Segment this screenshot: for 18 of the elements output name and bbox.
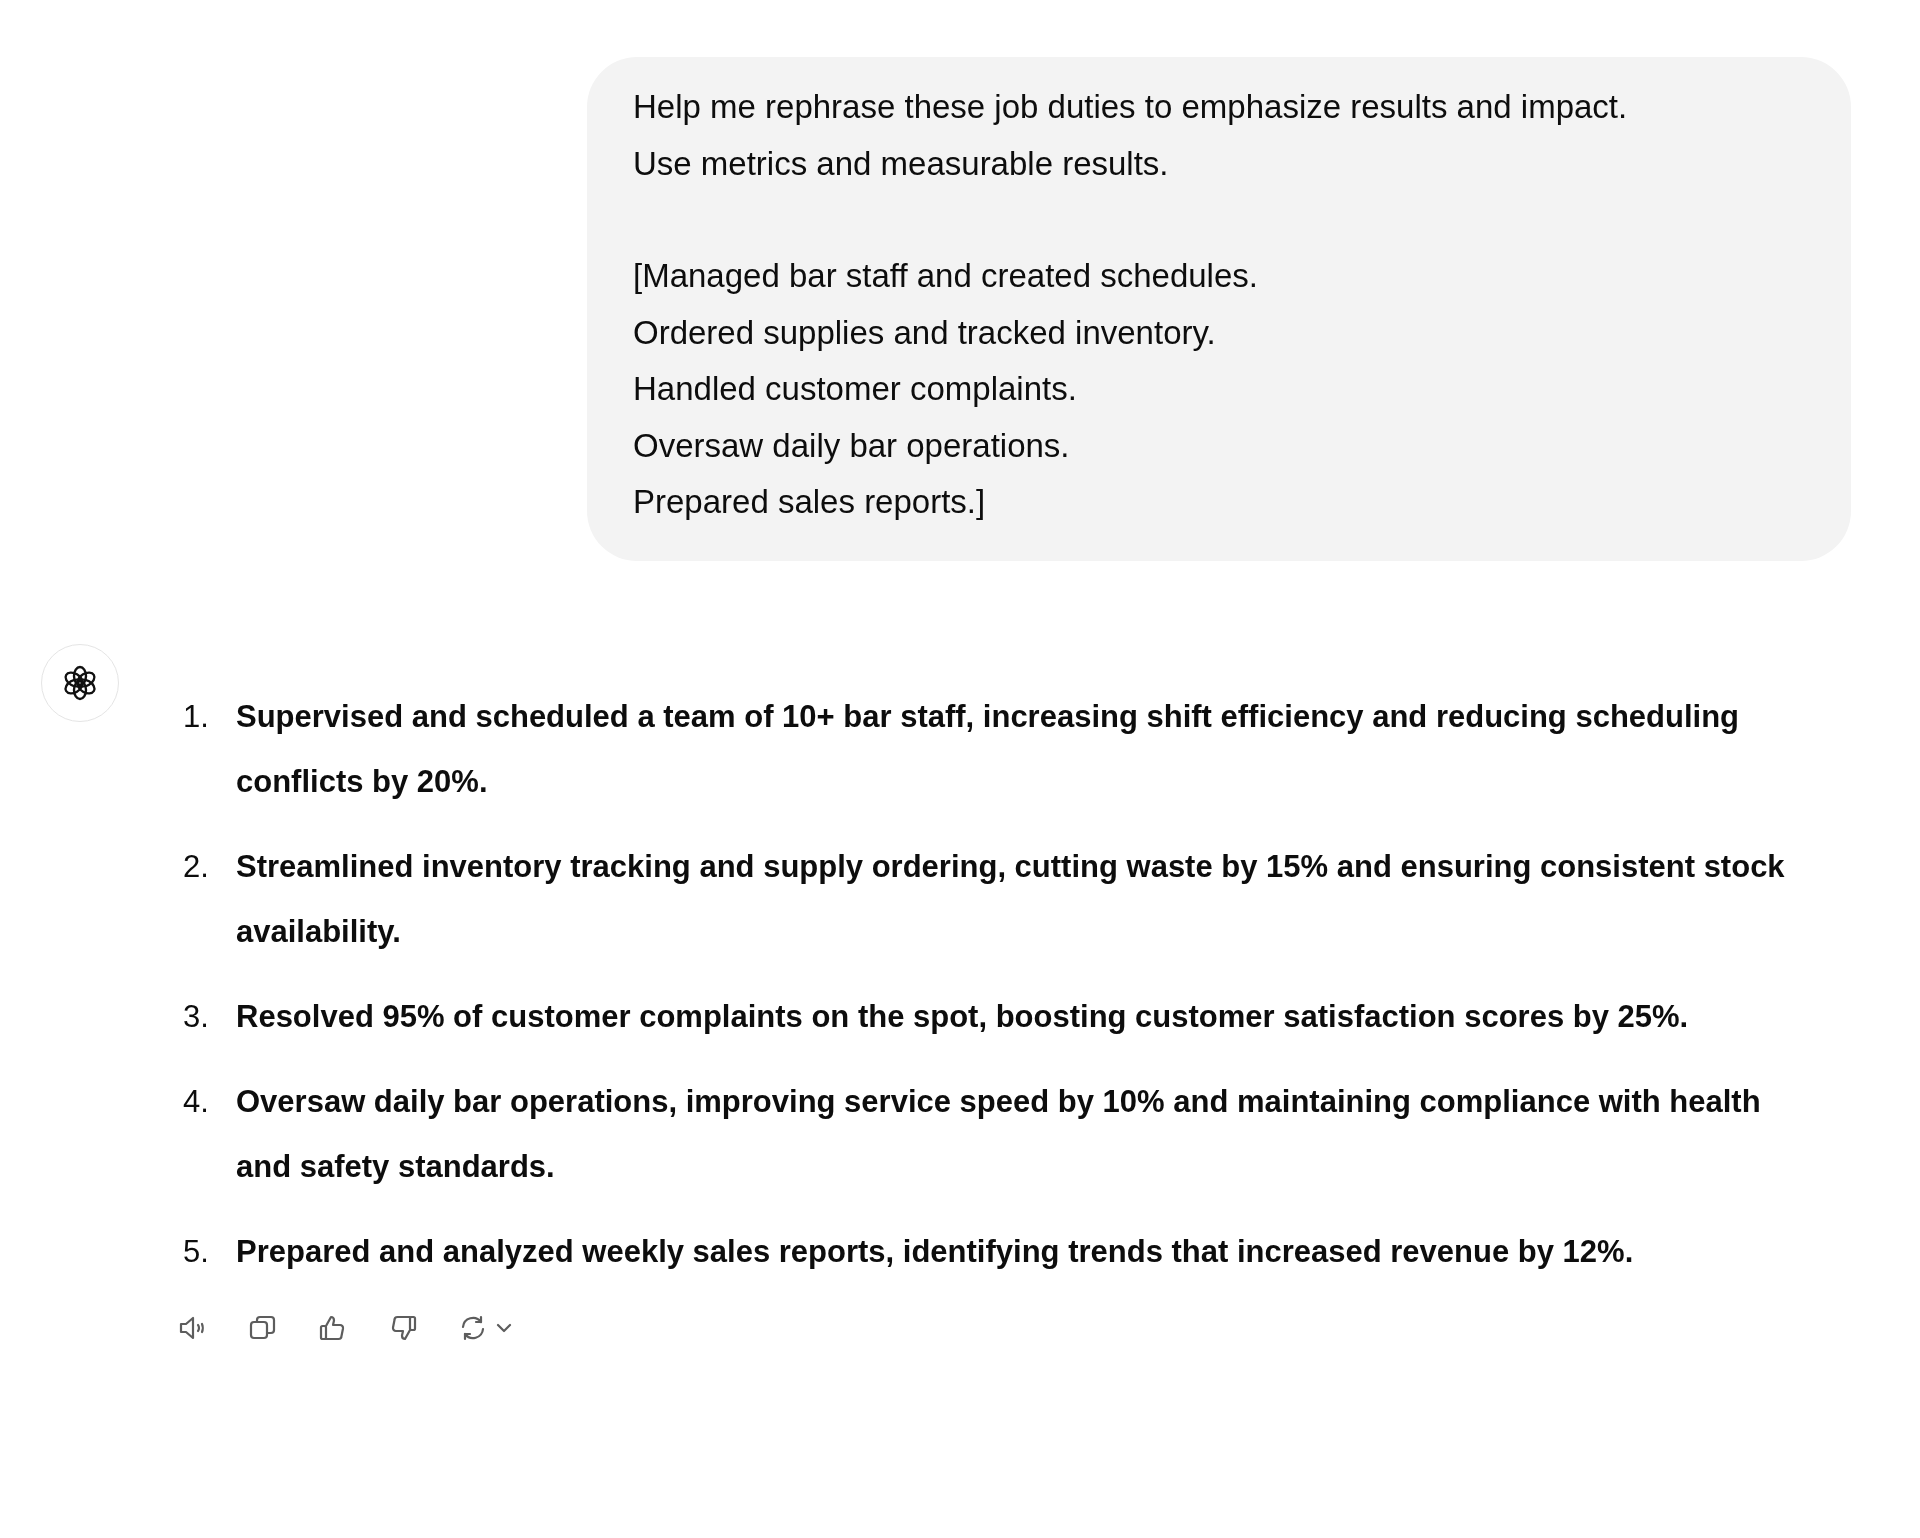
message-text-line: Handled customer complaints. xyxy=(633,369,1078,409)
message-text-line: [Managed bar staff and created schedules. xyxy=(633,256,1259,296)
list-item-text: Streamlined inventory tracking and supply ordering, cutting waste by 15% and ensuring consistent stock availability. xyxy=(236,847,1786,951)
list-item-text: Oversaw daily bar operations, improving service speed by 10% and maintaining compliance with health and safety standards. xyxy=(236,1082,1762,1186)
list-number: 5. xyxy=(183,1232,210,1271)
chevron-down-icon xyxy=(495,1321,513,1334)
list-number: 1. xyxy=(183,697,210,736)
message-text-line: Prepared sales reports.] xyxy=(633,482,987,522)
list-item-text: Resolved 95% of customer complaints on the spot, boosting customer satisfaction scores by 25%. xyxy=(236,997,1690,1036)
list-number: 2. xyxy=(183,847,210,886)
list-item-text: Prepared and analyzed weekly sales reports, identifying trends that increased revenue by 12%. xyxy=(236,1232,1635,1271)
list-number: 4. xyxy=(183,1082,210,1121)
message-text-line: Ordered supplies and tracked inventory. xyxy=(633,312,1217,353)
message-text-line: Use metrics and measurable results. xyxy=(633,143,1170,184)
list-number: 3. xyxy=(183,997,210,1036)
message-text-line: Help me rephrase these job duties to emphasize results and impact. xyxy=(633,87,1629,127)
list-item-text: Supervised and scheduled a team of 10+ bar staff, increasing shift efficiency and reducing scheduling conflicts by 20%. xyxy=(236,697,1741,801)
message-text-line: Oversaw daily bar operations. xyxy=(633,425,1071,466)
